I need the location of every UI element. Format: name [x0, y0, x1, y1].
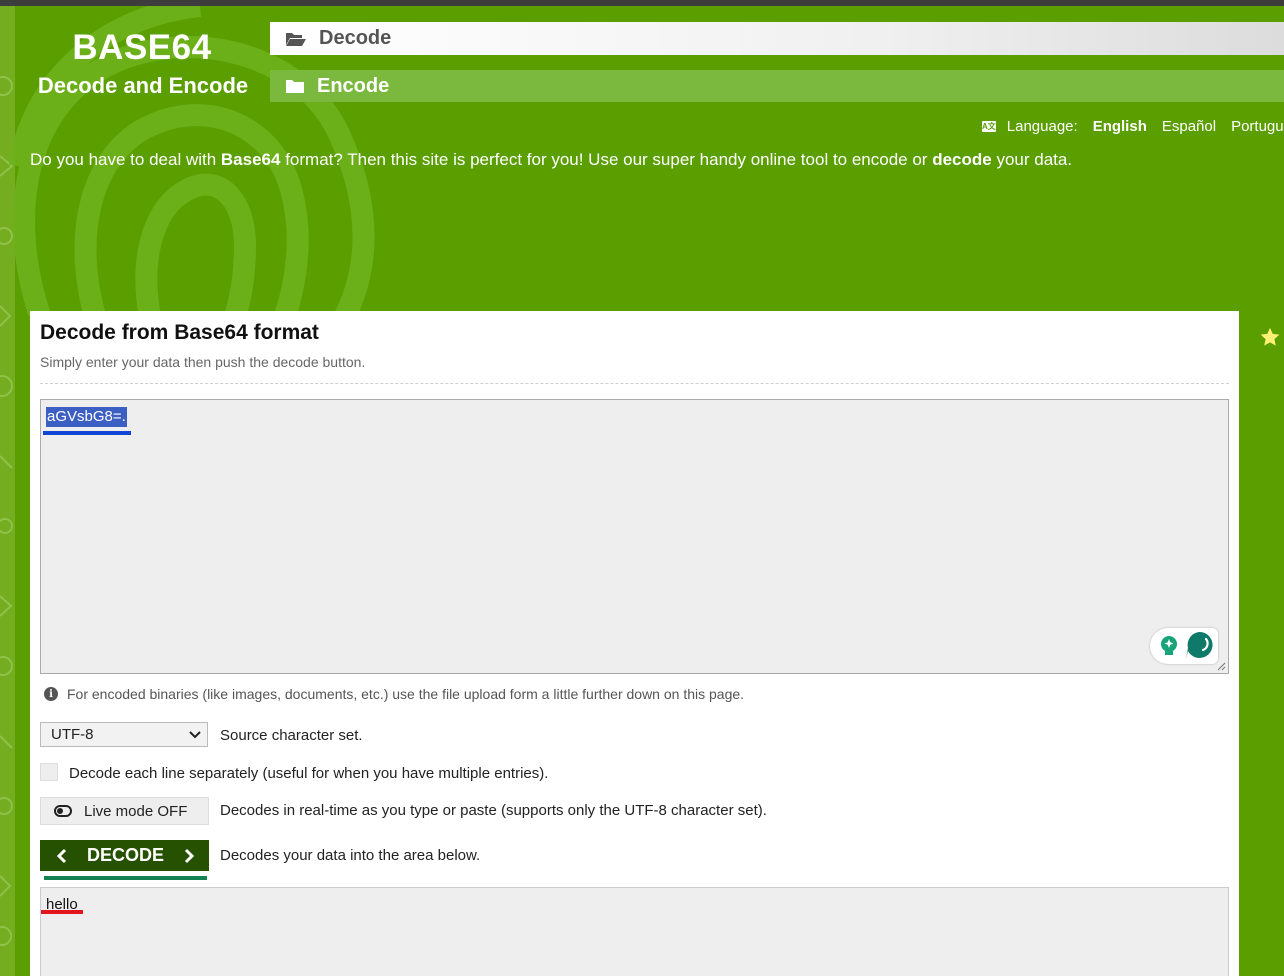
- language-option-english[interactable]: English: [1093, 118, 1147, 135]
- left-decorative-strip: [0, 6, 15, 976]
- output-annotation-underline: [41, 910, 83, 914]
- resize-handle-icon[interactable]: [1217, 662, 1226, 671]
- info-icon: i: [44, 687, 58, 701]
- decode-lines-separately-checkbox[interactable]: [40, 763, 58, 781]
- decode-lines-separately-label[interactable]: Decode each line separately (useful for …: [69, 765, 548, 782]
- chevron-right-icon: [184, 848, 195, 863]
- logo-title[interactable]: BASE64: [36, 28, 248, 68]
- decoded-output-textarea[interactable]: hello: [40, 887, 1229, 976]
- panel-subtitle: Simply enter your data then push the dec…: [40, 354, 366, 370]
- charset-label: Source character set.: [220, 727, 363, 744]
- input-annotation-underline: [43, 431, 131, 435]
- chevron-down-icon: [189, 731, 201, 739]
- star-icon[interactable]: [1259, 326, 1281, 353]
- input-selected-text: aGVsbG8=.: [46, 407, 127, 427]
- browser-top-bar: [0, 0, 1284, 6]
- folder-icon: [285, 78, 305, 94]
- hint-text: For encoded binaries (like images, docum…: [67, 686, 745, 702]
- charset-value: UTF-8: [51, 726, 94, 743]
- intro-text: Do you have to deal with Base64 format? …: [30, 150, 1073, 169]
- nav-tab-encode-label: Encode: [317, 74, 390, 97]
- toggle-off-icon: [54, 805, 72, 817]
- decode-panel: Decode from Base64 format Simply enter y…: [30, 311, 1239, 976]
- live-mode-label: Live mode OFF: [84, 802, 188, 820]
- decode-button-description: Decodes your data into the area below.: [220, 847, 481, 864]
- language-selector: A文 Language: English Español Portugu: [982, 118, 1284, 135]
- live-mode-description: Decodes in real-time as you type or past…: [220, 802, 767, 819]
- language-label: Language:: [1006, 118, 1078, 135]
- language-option-portugues[interactable]: Portugu: [1231, 118, 1284, 135]
- chevron-left-icon: [56, 848, 67, 863]
- charset-select[interactable]: UTF-8: [40, 722, 208, 747]
- folder-open-icon: [285, 31, 307, 47]
- nav-tab-decode-label: Decode: [319, 27, 392, 49]
- panel-title: Decode from Base64 format: [40, 321, 319, 344]
- nav-tab-encode[interactable]: Encode: [270, 70, 1284, 102]
- translate-icon: A文: [982, 121, 996, 132]
- decode-button-annotation-underline: [44, 876, 207, 880]
- live-mode-toggle-button[interactable]: Live mode OFF: [40, 797, 209, 825]
- logo-subtitle[interactable]: Decode and Encode: [30, 73, 256, 99]
- base64-input-textarea[interactable]: aGVsbG8=.: [40, 399, 1229, 674]
- decode-button[interactable]: DECODE: [40, 840, 209, 871]
- writing-assistant-widget[interactable]: [1150, 628, 1218, 664]
- nav-tab-decode[interactable]: Decode: [270, 22, 1284, 55]
- decode-button-label: DECODE: [86, 845, 164, 865]
- binary-files-hint: i For encoded binaries (like images, doc…: [44, 686, 744, 702]
- panel-divider: [40, 383, 1229, 384]
- language-option-espanol[interactable]: Español: [1162, 118, 1216, 135]
